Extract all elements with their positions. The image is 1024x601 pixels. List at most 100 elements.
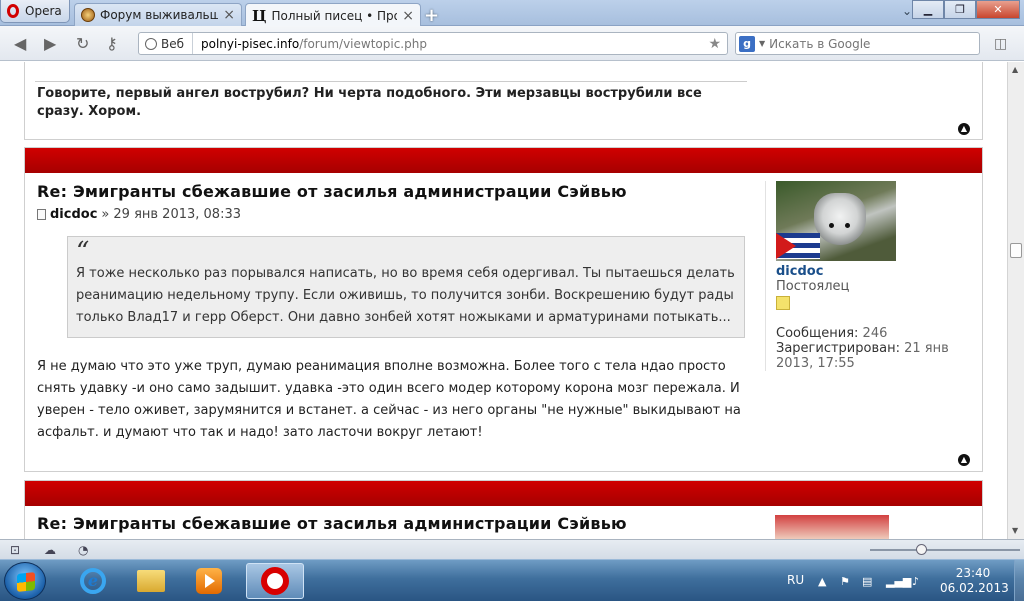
back-arrow-icon[interactable]: ◀ — [14, 34, 26, 53]
volume-icon[interactable]: ♪ — [912, 575, 919, 588]
site-info-chip[interactable]: Веб — [139, 33, 194, 54]
panel-toggle-icon[interactable]: ⊡ — [10, 543, 20, 557]
post: Re: Эмигранты сбежавшие от засилья админ… — [24, 147, 983, 472]
turbo-icon[interactable]: ◔ — [78, 543, 88, 557]
page-viewport: Говорите, первый ангел вострубил? Ни чер… — [0, 62, 1007, 539]
key-icon[interactable]: ⚷ — [106, 34, 118, 53]
forum-favicon-icon — [81, 8, 95, 22]
site-info-label: Веб — [161, 36, 185, 51]
scroll-up-icon[interactable]: ▲ — [1012, 65, 1018, 74]
post-title[interactable]: Re: Эмигранты сбежавшие от засилья админ… — [37, 182, 749, 201]
new-tab-button[interactable]: + — [424, 5, 439, 26]
search-input[interactable] — [769, 36, 970, 51]
start-button[interactable] — [4, 562, 46, 600]
avatar — [776, 181, 896, 261]
vertical-scrollbar[interactable]: ▲ ▼ — [1007, 62, 1024, 539]
profile-username[interactable]: dicdoc — [776, 264, 973, 279]
search-box[interactable]: g ▼ — [735, 32, 980, 55]
quote-text: Я тоже несколько раз порывался написать,… — [76, 266, 735, 325]
windows-logo-icon — [17, 572, 35, 592]
zoom-slider-knob[interactable] — [916, 544, 927, 555]
zoom-slider-track[interactable] — [870, 549, 1020, 551]
opera-unite-cloud-icon[interactable]: ☁ — [44, 543, 56, 557]
back-to-top-icon[interactable]: ▲ — [958, 123, 970, 135]
post-text: Я не думаю что это уже труп, думаю реани… — [37, 359, 741, 440]
internet-explorer-icon: e — [80, 568, 106, 594]
opera-logo-icon — [7, 4, 19, 18]
google-icon[interactable]: g — [739, 35, 755, 52]
signature-divider — [35, 81, 747, 82]
globe-icon — [145, 37, 157, 50]
search-engine-chevron-icon[interactable]: ▼ — [759, 39, 765, 48]
url-path: /forum/viewtopic.php — [299, 36, 427, 51]
post-body: Re: Эмигранты сбежавшие от засилья админ… — [37, 514, 749, 533]
posts-count[interactable]: 246 — [863, 326, 888, 341]
reload-icon[interactable]: ↻ — [76, 34, 89, 53]
post-header-bar — [25, 148, 982, 174]
usb-device-icon[interactable]: ▤ — [862, 575, 872, 588]
post-header-bar — [25, 481, 982, 507]
window-controls: ▁ ❐ ✕ — [912, 0, 1020, 19]
avatar — [775, 515, 889, 539]
opera-icon — [261, 567, 289, 595]
language-indicator[interactable]: RU — [787, 573, 804, 587]
post-datetime: 29 янв 2013, 08:33 — [113, 207, 241, 222]
profile-stats: Сообщения: 246 Зарегистрирован: 21 янв 2… — [776, 326, 973, 371]
rank-badge-icon — [776, 296, 790, 310]
quote-mark-icon: “ — [76, 237, 90, 267]
tab-close-icon[interactable]: × — [402, 8, 414, 24]
avatar-eye — [829, 223, 834, 228]
close-window-button[interactable]: ✕ — [976, 0, 1020, 19]
avatar-eye — [845, 223, 850, 228]
clock-date: 06.02.2013 — [940, 581, 1009, 595]
folder-icon — [137, 570, 165, 592]
windows-taskbar: e RU ▲ ⚑ ▤ ▂▄▆ ♪ 23:40 06.02.2013 — [0, 559, 1024, 601]
network-signal-icon[interactable]: ▂▄▆ — [886, 575, 911, 588]
tab-title: Форум выживальщик... — [100, 8, 218, 22]
tab-list-chevron-icon[interactable]: ⌄ — [902, 4, 912, 18]
post-document-icon[interactable] — [37, 209, 46, 220]
tray-expand-icon[interactable]: ▲ — [818, 575, 826, 588]
post-profile: dicdoc Постоялец Сообщения: 246 Зарегист… — [765, 181, 973, 371]
signature-text: Говорите, первый ангел вострубил? Ни чер… — [37, 86, 702, 119]
address-bar[interactable]: Веб polnyi-pisec.info/forum/viewtopic.ph… — [138, 32, 728, 55]
back-to-top-icon[interactable]: ▲ — [958, 454, 970, 466]
taskbar-explorer[interactable] — [124, 563, 178, 599]
media-player-icon — [196, 568, 222, 594]
tab-polnyi-pisec[interactable]: Ц Полный писец • Прос... × — [245, 3, 421, 27]
posts-label: Сообщения: — [776, 326, 859, 341]
opera-menu-button[interactable]: Opera — [0, 0, 70, 23]
profile-rank: Постоялец — [776, 279, 850, 294]
tab-survival-forum[interactable]: Форум выживальщик... × — [74, 3, 242, 26]
post-body: Re: Эмигранты сбежавшие от засилья админ… — [37, 182, 749, 444]
taskbar-ie[interactable]: e — [66, 563, 120, 599]
site-favicon-icon: Ц — [252, 6, 267, 25]
status-bar: ⊡ ☁ ◔ — [0, 539, 1024, 559]
tab-title: Полный писец • Прос... — [271, 8, 398, 23]
post-meta: dicdoc » 29 янв 2013, 08:33 — [37, 207, 749, 222]
taskbar-media-player[interactable] — [182, 563, 236, 599]
bookmark-star-icon[interactable]: ★ — [708, 36, 727, 52]
url-text[interactable]: polnyi-pisec.info/forum/viewtopic.php — [193, 37, 708, 51]
registered-label: Зарегистрирован: — [776, 341, 900, 356]
cuba-flag-icon — [776, 233, 820, 259]
post-quote: “ Я тоже несколько раз порывался написат… — [67, 236, 745, 338]
customize-icon[interactable]: ◫ — [994, 36, 1007, 52]
post-meta-separator: » — [101, 207, 110, 222]
tab-close-icon[interactable]: × — [223, 7, 235, 23]
scroll-down-icon[interactable]: ▼ — [1012, 526, 1018, 535]
post-title[interactable]: Re: Эмигранты сбежавшие от засилья админ… — [37, 514, 749, 533]
minimize-button[interactable]: ▁ — [912, 0, 944, 19]
show-desktop-button[interactable] — [1014, 560, 1024, 601]
scrollbar-thumb[interactable] — [1010, 243, 1022, 258]
forward-arrow-icon[interactable]: ▶ — [44, 34, 56, 53]
restore-button[interactable]: ❐ — [944, 0, 976, 19]
system-clock[interactable]: 23:40 06.02.2013 — [940, 566, 1009, 596]
post-author[interactable]: dicdoc — [50, 207, 97, 222]
post-previous: Говорите, первый ангел вострубил? Ни чер… — [24, 62, 983, 140]
action-center-icon[interactable]: ⚑ — [840, 575, 850, 588]
opera-menu-label: Opera — [25, 4, 62, 18]
navigation-toolbar: ◀ ▶ ↻ ⚷ Веб polnyi-pisec.info/forum/view… — [0, 26, 1024, 61]
taskbar-opera[interactable] — [246, 563, 304, 599]
avatar-fox-shape — [814, 193, 866, 245]
